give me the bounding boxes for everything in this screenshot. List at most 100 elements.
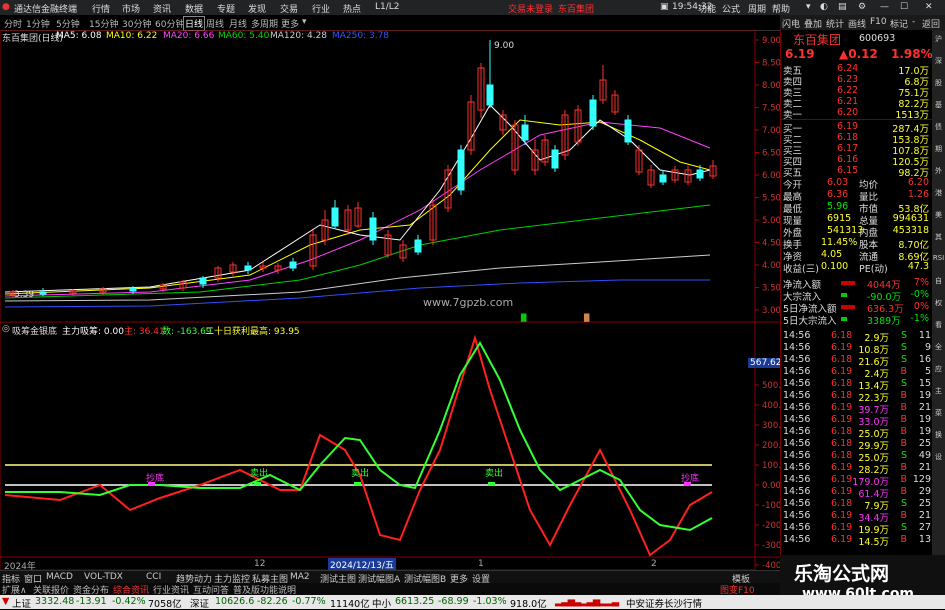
tool-minus[interactable]: - (912, 17, 915, 27)
settings-icon[interactable]: ⚙ (858, 2, 866, 12)
period-1min[interactable]: 1分钟 (26, 17, 50, 30)
menu-item-bangzhu[interactable]: 帮助 (772, 2, 790, 15)
period-fenshi[interactable]: 分时 (4, 17, 22, 30)
tick-time: 14:56 (783, 354, 811, 365)
menu-item-zhouqi[interactable]: 周期 (748, 2, 766, 15)
tick-price: 6.18 (831, 354, 853, 365)
side-icon[interactable]: 深 (932, 56, 945, 66)
period-5min[interactable]: 5分钟 (56, 17, 80, 30)
indicator-tabs: 指标 窗口 MACD VOL-TDX CCI 趋势动力 主力监控 私募主图 MA2 测试主图 测试幅… (0, 570, 780, 585)
indicator-tick-label: 200.00 (762, 441, 780, 451)
menu-item-gongshi[interactable]: 公式 (722, 2, 740, 15)
dropdown-icon[interactable]: ▾ (806, 2, 811, 12)
menu-item-redian[interactable]: 热点 (343, 2, 361, 15)
side-icon[interactable]: RSI (932, 254, 945, 262)
menu-item-shuju[interactable]: 数据 (185, 2, 203, 15)
period-15min[interactable]: 15分钟 (89, 17, 118, 30)
sh-amount: 7058亿 (148, 599, 182, 610)
menu-item-hangqing[interactable]: 行情 (92, 2, 110, 15)
menu-item-l1l2[interactable]: L1/L2 (375, 2, 400, 12)
side-icon[interactable]: 基 (932, 100, 945, 110)
side-icon[interactable]: 权 (932, 298, 945, 308)
side-icon[interactable]: 应 (932, 364, 945, 374)
lock-icon[interactable]: ▤ (838, 2, 847, 12)
side-icon[interactable]: 沪 (932, 34, 945, 44)
indicator-high-value: 二十日获利最高: 93.95 (205, 327, 300, 337)
tick-price: 6.18 (831, 450, 853, 461)
period-multi[interactable]: 多周期 (251, 17, 278, 30)
tool-huaxian[interactable]: 画线 (848, 17, 866, 30)
close-icon[interactable]: ✕ (925, 2, 933, 12)
tab-item[interactable]: VOL-TDX (84, 572, 123, 582)
side-icon[interactable]: 股 (932, 78, 945, 88)
kline-chart-svg[interactable]: 9.00 8.50 8.00 7.50 7.00 6.50 6.00 5.50 5.00 4.50… (0, 29, 792, 571)
event-marker-icon[interactable]: █ (521, 314, 526, 322)
event-marker-icon[interactable]: █ (584, 314, 589, 322)
side-icon[interactable]: 换 (932, 430, 945, 440)
period-60min[interactable]: 60分钟 (155, 17, 184, 30)
period-daily[interactable]: 日线 (183, 16, 206, 31)
trade-login-link[interactable]: 交易未登录 (508, 2, 553, 15)
zx-label[interactable]: 中小 (372, 596, 391, 610)
indicator-collapse-icon[interactable]: ◎ (2, 324, 10, 334)
tool-fanhui[interactable]: 返回 (922, 17, 940, 30)
candle-body (521, 124, 529, 141)
skin-icon[interactable]: ◐ (820, 2, 828, 12)
tab-item[interactable]: MACD (46, 572, 73, 582)
tool-f10[interactable]: F10 (870, 17, 887, 27)
side-icon[interactable]: 其 (932, 232, 945, 242)
sh-label[interactable]: 上证 (12, 596, 31, 610)
tick-time: 14:56 (783, 342, 811, 353)
period-more[interactable]: 更多 (281, 17, 299, 30)
menu-item-faxian[interactable]: 发现 (248, 2, 266, 15)
tool-shandian[interactable]: 闪电 (782, 17, 800, 30)
side-icon[interactable]: 自 (932, 276, 945, 286)
menu-item-gongneng[interactable]: 功能 (698, 2, 716, 15)
tick-price: 6.18 (831, 426, 853, 437)
tick-time: 14:56 (783, 498, 811, 509)
tab-item[interactable]: CCI (146, 572, 161, 582)
tick-list[interactable]: 14:56 6.18 2.9万 S 11 14:56 6.19 10.8万 S 9 14:56 6.1… (781, 330, 933, 550)
menu-item-hangye[interactable]: 行业 (312, 2, 330, 15)
price-tick-label: 7.00 (762, 126, 780, 136)
menu-item-shichang[interactable]: 市场 (122, 2, 140, 15)
side-icon[interactable]: 看 (932, 320, 945, 330)
side-icon[interactable]: 期 (932, 144, 945, 154)
side-icon[interactable]: 外 (932, 166, 945, 176)
side-icon[interactable]: 港 (932, 188, 945, 198)
side-icon[interactable]: 主 (932, 386, 945, 396)
side-icon[interactable]: 菜 (932, 408, 945, 418)
signal-label: 卖出 (485, 469, 504, 479)
tab-item[interactable]: MA2 (290, 572, 310, 582)
ask-price: 6.22 (837, 85, 859, 96)
sh-pct: -0.42% (112, 596, 146, 607)
side-icon[interactable]: 设 (932, 452, 945, 462)
period-monthly[interactable]: 月线 (229, 17, 247, 30)
minimize-icon[interactable]: — (880, 2, 889, 12)
period-weekly[interactable]: 周线 (206, 17, 224, 30)
period-more-chevron-icon[interactable]: ▾ (302, 17, 307, 27)
tick-count: 21 (918, 402, 931, 413)
menu-item-zixun[interactable]: 资讯 (153, 2, 171, 15)
tick-direction: B (900, 486, 907, 497)
tick-direction: B (900, 366, 907, 377)
indicator-zhu-value: 主: 36.41 (124, 327, 165, 337)
side-icon[interactable]: 美 (932, 210, 945, 220)
stock-title-link[interactable]: 东百集团 (558, 2, 594, 15)
app-title: 通达信金融终端 (14, 5, 78, 15)
price-tick-label: 3.00 (762, 306, 780, 316)
chart-area[interactable]: 9.00 8.50 8.00 7.50 7.00 6.50 6.00 5.50 5.00 4.50… (0, 29, 792, 572)
watermark-title: 乐淘公式网 (794, 563, 890, 585)
tick-direction: B (900, 510, 907, 521)
sz-label[interactable]: 深证 (190, 596, 209, 610)
maximize-icon[interactable]: ☐ (900, 2, 908, 12)
menu-item-jiaoyi[interactable]: 交易 (280, 2, 298, 15)
tool-biaoji[interactable]: 标记 (890, 17, 908, 30)
side-icon[interactable]: 全 (932, 342, 945, 352)
menu-item-zhuanti[interactable]: 专题 (217, 2, 235, 15)
candle-body (551, 149, 559, 169)
side-icon[interactable]: 债 (932, 122, 945, 132)
period-30min[interactable]: 30分钟 (122, 17, 151, 30)
tool-tongji[interactable]: 统计 (826, 17, 844, 30)
tool-diejia[interactable]: 叠加 (804, 17, 822, 30)
